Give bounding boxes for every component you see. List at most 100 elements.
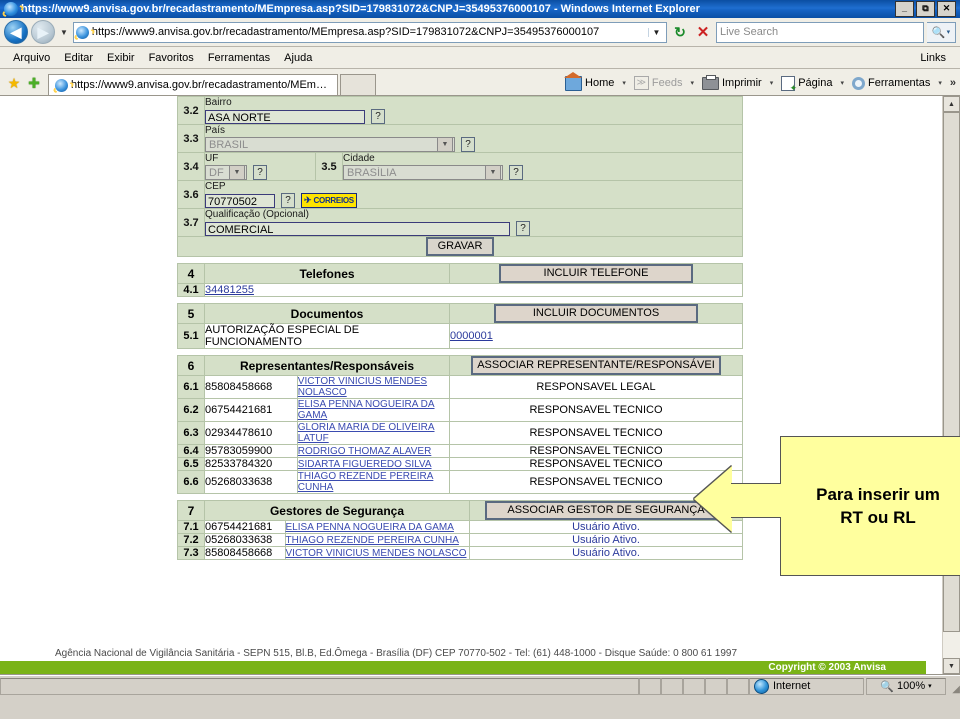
search-input[interactable]: Live Search <box>716 21 924 43</box>
row-number-3-5: 3.5 <box>315 152 343 181</box>
incluir-documentos-button[interactable]: INCLUIR DOCUMENTOS <box>494 304 698 323</box>
command-feeds[interactable]: ≫ Feeds <box>630 76 687 90</box>
address-input[interactable]: https://www9.anvisa.gov.br/recadastramen… <box>72 21 667 43</box>
input-bairro[interactable]: ASA NORTE <box>205 109 365 124</box>
security-zone-pane[interactable]: Internet <box>749 677 864 695</box>
security-zone-label: Internet <box>773 680 811 692</box>
representante-role: RESPONSAVEL LEGAL <box>449 375 743 399</box>
vertical-scrollbar[interactable]: ▲ ▼ <box>942 96 960 674</box>
menu-arquivo[interactable]: Arquivo <box>6 52 57 64</box>
restore-button[interactable]: ⧉ <box>916 1 935 17</box>
command-tools[interactable]: Ferramentas <box>848 76 934 90</box>
footer-address: Agência Nacional de Vigilância Sanitária… <box>55 648 738 659</box>
annotation-callout: Para inserir um RT ou RL <box>780 436 960 576</box>
command-print[interactable]: Imprimir <box>698 74 766 90</box>
forward-button[interactable]: ▶ <box>31 20 55 44</box>
gestor-name-link[interactable]: ELISA PENNA NOGUEIRA DA GAMA <box>286 522 454 533</box>
section-number-6: 6 <box>177 355 205 376</box>
browser-tab[interactable]: https://www9.anvisa.gov.br/recadastramen… <box>48 74 338 95</box>
scroll-down-button[interactable]: ▼ <box>943 658 960 674</box>
feeds-caret-icon[interactable]: ▾ <box>686 79 698 87</box>
gear-icon <box>852 76 865 90</box>
close-button[interactable]: ✕ <box>937 1 956 17</box>
menu-editar[interactable]: Editar <box>57 52 100 64</box>
input-cep[interactable]: 70770502 <box>205 193 275 208</box>
correios-wordmark: CORREIOS <box>313 196 355 205</box>
menu-ajuda[interactable]: Ajuda <box>277 52 319 64</box>
table-row: 5.1 AUTORIZAÇÃO ESPECIAL DE FUNCIONAMENT… <box>177 323 743 349</box>
add-to-favorites-icon[interactable]: ✚ <box>24 71 44 95</box>
home-icon <box>564 71 583 91</box>
scroll-up-button[interactable]: ▲ <box>943 96 960 112</box>
representante-name-link[interactable]: ELISA PENNA NOGUEIRA DA GAMA <box>298 399 449 421</box>
print-caret-icon[interactable]: ▾ <box>766 79 778 87</box>
incluir-telefone-button[interactable]: INCLUIR TELEFONE <box>499 264 693 283</box>
gravar-button[interactable]: GRAVAR <box>425 237 495 256</box>
callout-arrow-head-icon <box>694 466 732 532</box>
menu-bar: Arquivo Editar Exibir Favoritos Ferramen… <box>0 47 960 69</box>
representante-name-link[interactable]: RODRIGO THOMAZ ALAVER <box>298 446 432 457</box>
documento-name: AUTORIZAÇÃO ESPECIAL DE FUNCIONAMENTO <box>204 323 450 349</box>
overflow-chevron-icon[interactable]: » <box>946 77 956 89</box>
select-uf[interactable]: DF ▼ <box>205 165 247 180</box>
associar-representante-button[interactable]: ASSOCIAR REPRESENTANTE/RESPONSÁVEI <box>471 356 721 375</box>
resize-grip-icon[interactable]: ◢ <box>946 678 960 695</box>
representante-name-link[interactable]: SIDARTA FIGUEREDO SILVA <box>298 459 432 470</box>
representante-name-link[interactable]: VICTOR VINICIUS MENDES NOLASCO <box>298 376 449 398</box>
representantes-button-cell: ASSOCIAR REPRESENTANTE/RESPONSÁVEI <box>449 355 743 376</box>
minimize-button[interactable]: _ <box>895 1 914 17</box>
command-page[interactable]: Página <box>777 75 836 92</box>
representante-name-link[interactable]: THIAGO REZENDE PEREIRA CUNHA <box>298 471 449 493</box>
menu-favoritos[interactable]: Favoritos <box>142 52 201 64</box>
telefone-link[interactable]: 34481255 <box>205 284 254 296</box>
row-number-6-4: 6.4 <box>177 444 205 458</box>
page-caret-icon[interactable]: ▾ <box>836 79 848 87</box>
callout-text: Para inserir um RT ou RL <box>812 483 940 529</box>
back-button[interactable]: ◀ <box>4 20 28 44</box>
table-row: 6.6 05268033638 THIAGO REZENDE PEREIRA C… <box>177 470 743 494</box>
search-button[interactable]: 🔍 ▾ <box>927 21 956 43</box>
select-cidade[interactable]: BRASÍLIA ▼ <box>343 165 503 180</box>
gestor-name-link[interactable]: THIAGO REZENDE PEREIRA CUNHA <box>286 535 459 546</box>
help-icon-bairro[interactable]: ? <box>371 109 385 124</box>
correios-logo[interactable]: ✈ CORREIOS <box>301 193 357 208</box>
select-pais[interactable]: BRASIL ▼ <box>205 137 455 152</box>
home-caret-icon[interactable]: ▾ <box>618 79 630 87</box>
menu-ferramentas[interactable]: Ferramentas <box>201 52 277 64</box>
favorites-center-icon[interactable]: ★ <box>4 71 24 95</box>
form-row-uf-cidade: 3.4 UF DF ▼ ? 3.5 Cidade BRASÍLIA ▼ ? <box>177 152 743 181</box>
address-url-text: https://www9.anvisa.gov.br/recadastramen… <box>91 26 600 38</box>
gestor-cpf: 06754421681 <box>204 520 286 534</box>
zoom-caret-icon[interactable]: ▾ <box>928 682 932 690</box>
tools-caret-icon[interactable]: ▾ <box>934 79 946 87</box>
gestor-name-link[interactable]: VICTOR VINICIUS MENDES NOLASCO <box>286 548 467 559</box>
input-qualificacao[interactable]: COMERCIAL <box>205 221 510 236</box>
gestor-name-cell: THIAGO REZENDE PEREIRA CUNHA <box>284 533 471 547</box>
address-dropdown-caret[interactable]: ▼ <box>648 27 664 37</box>
refresh-icon[interactable]: ↻ <box>670 22 690 42</box>
tab-favicon-icon <box>55 78 68 92</box>
stop-icon[interactable]: ✕ <box>693 22 713 42</box>
help-icon-uf[interactable]: ? <box>253 165 267 180</box>
help-icon-qualificacao[interactable]: ? <box>516 221 530 236</box>
new-tab-button[interactable] <box>340 74 376 95</box>
help-icon-cidade[interactable]: ? <box>509 165 523 180</box>
command-feeds-label: Feeds <box>651 77 683 89</box>
menu-exibir[interactable]: Exibir <box>100 52 142 64</box>
status-pane-3 <box>683 677 705 695</box>
row-number-4-1: 4.1 <box>177 283 205 297</box>
command-home-label: Home <box>585 77 615 89</box>
recent-pages-caret[interactable]: ▼ <box>58 28 70 37</box>
command-home[interactable]: Home <box>561 71 618 91</box>
help-icon-pais[interactable]: ? <box>461 137 475 152</box>
documento-number-link[interactable]: 0000001 <box>450 330 493 342</box>
links-label[interactable]: Links <box>920 52 954 64</box>
table-row: 4.1 34481255 <box>177 283 743 297</box>
associar-gestor-button[interactable]: ASSOCIAR GESTOR DE SEGURANÇA <box>485 501 727 520</box>
gestor-status: Usuário Ativo. <box>469 533 743 547</box>
section-number-7: 7 <box>177 500 205 521</box>
zoom-pane[interactable]: 🔍 100% ▾ <box>866 677 946 695</box>
representante-name-link[interactable]: GLORIA MARIA DE OLIVEIRA LATUF <box>298 422 449 444</box>
help-icon-cep[interactable]: ? <box>281 193 295 208</box>
status-bar: Internet 🔍 100% ▾ ◢ <box>0 675 960 696</box>
